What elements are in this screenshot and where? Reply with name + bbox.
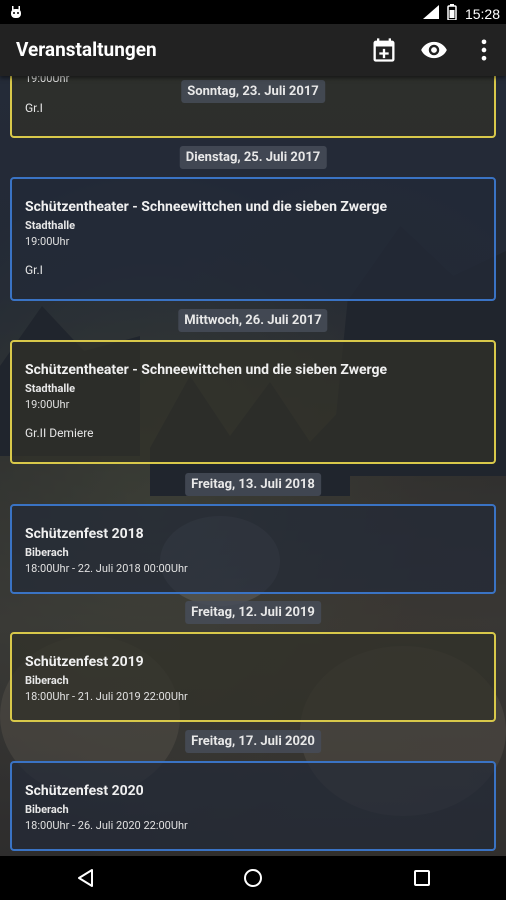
event-title: Schützenfest 2018 (25, 526, 144, 542)
event-time: 19:00Uhr (25, 235, 70, 248)
signal-icon (422, 5, 439, 23)
event-time: 18:00Uhr - 21. Juli 2019 22:00Uhr (25, 690, 188, 703)
event-time: 18:00Uhr - 22. Juli 2018 00:00Uhr (25, 562, 188, 575)
date-header: Freitag, 17. Juli 2020 (185, 730, 321, 753)
event-location: Biberach (25, 546, 69, 559)
calendar-add-icon[interactable] (370, 36, 398, 64)
status-bar: 15:28 (0, 0, 506, 24)
eye-icon[interactable] (420, 36, 448, 64)
event-title: Schützenfest 2019 (25, 654, 144, 670)
back-icon[interactable] (76, 868, 96, 888)
event-title: Schützentheater - Schneewittchen und die… (25, 362, 388, 378)
more-vert-icon[interactable] (470, 36, 498, 64)
event-card[interactable]: Schützenfest 2020 Biberach 18:00Uhr - 26… (10, 761, 496, 851)
event-card[interactable]: Schützenfest 2018 Biberach 18:00Uhr - 22… (10, 504, 496, 594)
date-header: Sonntag, 23. Juli 2017 (181, 80, 325, 103)
recents-icon[interactable] (412, 868, 432, 888)
home-icon[interactable] (243, 868, 263, 888)
event-note: Gr.I (25, 263, 43, 277)
date-header: Dienstag, 25. Juli 2017 (179, 146, 327, 169)
event-time: 18:00Uhr - 26. Juli 2020 22:00Uhr (25, 819, 188, 832)
app-bar: Veranstaltungen (0, 24, 506, 76)
android-icon (9, 5, 23, 19)
event-card[interactable]: Schützenfest 2019 Biberach 18:00Uhr - 21… (10, 632, 496, 722)
event-note: Gr.II Demiere (25, 426, 94, 440)
date-header: Mittwoch, 26. Juli 2017 (178, 309, 328, 332)
date-header: Freitag, 12. Juli 2019 (185, 601, 321, 624)
battery-icon (447, 4, 457, 24)
event-location: Stadthalle (25, 382, 76, 395)
event-time: 19:00Uhr (25, 398, 70, 411)
date-header: Freitag, 13. Juli 2018 (185, 473, 321, 496)
event-list[interactable]: 19:00Uhr Gr.I Sonntag, 23. Juli 2017 Die… (0, 76, 506, 856)
event-card[interactable]: Schützentheater - Schneewittchen und die… (10, 177, 496, 301)
event-card[interactable]: Schützentheater - Schneewittchen und die… (10, 340, 496, 464)
status-time: 15:28 (464, 6, 500, 22)
page-title: Veranstaltungen (16, 38, 157, 61)
event-title: Schützentheater - Schneewittchen und die… (25, 199, 388, 215)
event-location: Biberach (25, 803, 69, 816)
navigation-bar (0, 856, 506, 900)
event-title: Schützenfest 2020 (25, 783, 144, 799)
event-location: Stadthalle (25, 219, 76, 232)
event-location: Biberach (25, 674, 69, 687)
